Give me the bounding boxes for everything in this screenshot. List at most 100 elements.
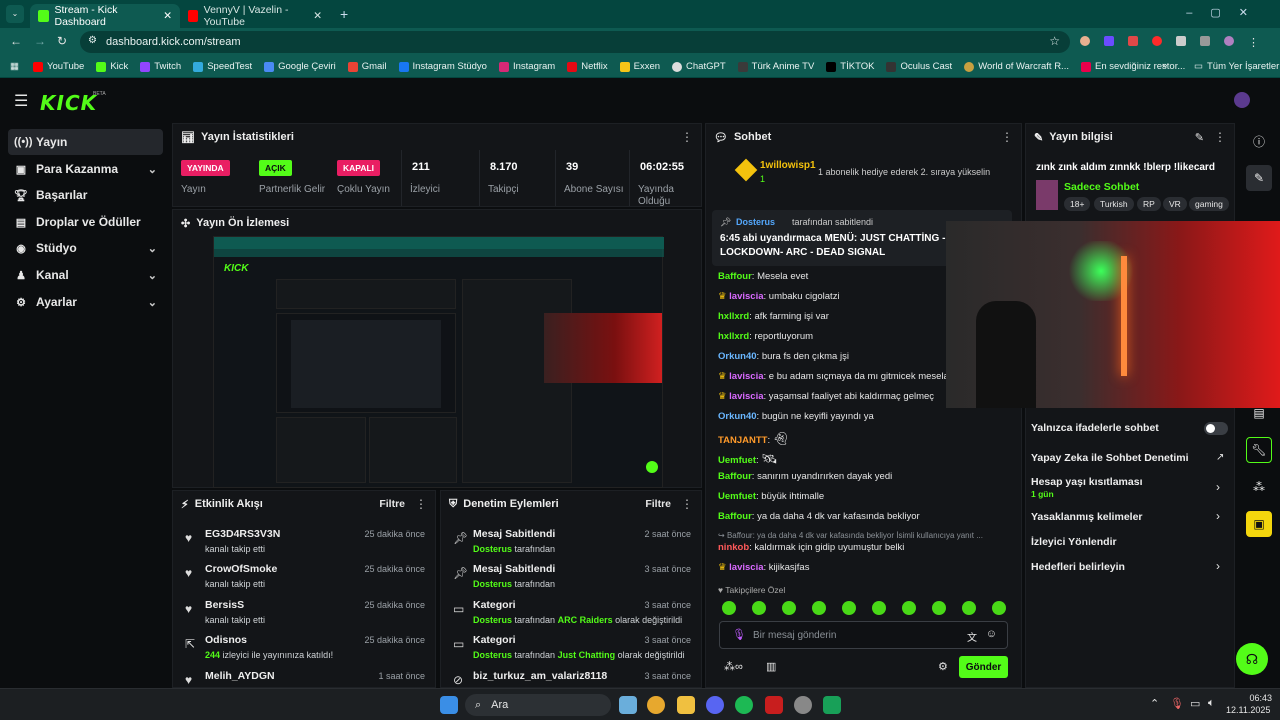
tab-search-button[interactable]: ⌄	[6, 5, 24, 23]
mic-tray-icon[interactable]: 🎙︎	[1170, 697, 1184, 710]
chat-username[interactable]: hxllxrd	[718, 331, 749, 342]
setting-goals[interactable]: Hedefleri belirleyin	[1031, 561, 1125, 573]
menu-kebab-icon[interactable]: ⋮	[681, 130, 693, 144]
apps-icon[interactable]: ⁂	[1246, 474, 1272, 500]
send-button[interactable]: Gönder	[959, 656, 1008, 678]
bookmark-oculus[interactable]: Oculus Cast	[886, 61, 952, 72]
microphone-icon[interactable]: 🎙︎	[732, 628, 746, 641]
chat-username[interactable]: Orkun40	[718, 351, 757, 362]
speaker-icon[interactable]: 🔈︎	[1208, 697, 1215, 710]
chat-username[interactable]: Orkun40	[718, 411, 757, 422]
bookmark-yemeksepeti[interactable]: En sevdiğiniz restor...	[1080, 61, 1185, 72]
stream-preview-video[interactable]: KICK	[213, 236, 664, 488]
info-icon[interactable]: ⓘ	[1246, 128, 1272, 154]
event-user[interactable]: EG3D4RS3V3N	[205, 528, 280, 540]
event-user[interactable]: Odisnos	[205, 634, 247, 646]
chat-username[interactable]: Uemfuet	[718, 455, 756, 466]
chrome-icon[interactable]	[647, 696, 665, 714]
bookmark-gmail[interactable]: Gmail	[347, 61, 387, 72]
emote-icon[interactable]	[782, 601, 796, 615]
reload-icon[interactable]: ↻	[57, 34, 67, 48]
chat-username[interactable]: Baffour	[718, 471, 752, 482]
chat-username[interactable]: laviscia	[729, 391, 763, 402]
apps-grid-icon[interactable]: ▦	[10, 61, 19, 72]
bookmark-netflix[interactable]: Netflix	[567, 61, 608, 72]
bookmark-translate[interactable]: Google Çeviri	[264, 61, 336, 72]
taskbar-search[interactable]: ⌕ Ara	[465, 694, 611, 716]
chat-username[interactable]: TANJANTT	[718, 435, 767, 446]
layout-icon[interactable]: ▤	[1246, 400, 1272, 426]
sidebar-item-para-kazanma[interactable]: ▣ Para Kazanma ⌄	[8, 156, 163, 182]
discord-icon[interactable]	[706, 696, 724, 714]
camera-preview-overlay[interactable]	[946, 221, 1280, 408]
chat-username[interactable]: Baffour	[718, 511, 752, 522]
setting-banned-words[interactable]: Yasaklanmış kelimeler	[1031, 511, 1143, 523]
bookmark-speedtest[interactable]: SpeedTest	[193, 61, 252, 72]
file-explorer-icon[interactable]	[677, 696, 695, 714]
external-link-icon[interactable]: ↗	[1216, 452, 1224, 463]
bookmark-twitch[interactable]: Twitch	[140, 61, 181, 72]
kick-logo[interactable]: KICK	[40, 91, 97, 115]
chat-input[interactable]: 🎙︎ Bir mesaj gönderin 文 ☺	[719, 621, 1008, 649]
sidebar-item-ayarlar[interactable]: ⚙ Ayarlar ⌄	[8, 289, 163, 315]
edit-pencil-icon[interactable]: ✎	[1246, 165, 1272, 191]
translate-icon[interactable]: 文	[967, 629, 977, 644]
chat-username[interactable]: laviscia	[729, 562, 763, 573]
bookmark-tiktok[interactable]: TİKTOK	[826, 61, 874, 72]
setting-account-age[interactable]: Hesap yaşı kısıtlaması	[1031, 476, 1143, 488]
event-user[interactable]: Melih_AYDGN	[205, 670, 275, 682]
extension-icon[interactable]	[1104, 36, 1114, 46]
bookmark-star-icon[interactable]: ☆	[1049, 34, 1060, 48]
emote-icon[interactable]	[842, 601, 856, 615]
more-bookmarks-icon[interactable]: »	[1162, 60, 1167, 71]
extension-icon[interactable]	[1152, 36, 1162, 46]
filter-button[interactable]: Filtre	[645, 498, 671, 510]
obs-app-icon[interactable]	[765, 696, 783, 714]
bookmark-chatgpt[interactable]: ChatGPT	[672, 61, 726, 72]
chevron-right-icon[interactable]: ›	[1216, 509, 1220, 523]
menu-kebab-icon[interactable]: ⋮	[415, 497, 427, 511]
emote-only-toggle[interactable]	[1204, 422, 1228, 435]
setting-ai-moderation[interactable]: Yapay Zeka ile Sohbet Denetimi	[1031, 452, 1189, 464]
pinned-by[interactable]: Dosterus	[736, 217, 775, 227]
tray-chevron-icon[interactable]: ⌃	[1150, 697, 1159, 710]
category-name[interactable]: Sadece Sohbet	[1064, 181, 1139, 193]
emote-icon[interactable]	[992, 601, 1006, 615]
event-user[interactable]: BersisS	[205, 599, 244, 611]
photos-app-icon[interactable]	[619, 696, 637, 714]
chat-username[interactable]: ninkob	[718, 542, 749, 553]
emote-icon[interactable]	[932, 601, 946, 615]
menu-kebab-icon[interactable]: ⋮	[1248, 36, 1259, 49]
bookmark-exxen[interactable]: Exxen	[619, 61, 660, 72]
chevron-right-icon[interactable]: ›	[1216, 480, 1220, 494]
site-info-icon[interactable]: ⚙	[88, 35, 97, 46]
emote-icon[interactable]	[872, 601, 886, 615]
menu-kebab-icon[interactable]: ⋮	[681, 497, 693, 511]
monitor-tray-icon[interactable]: ▭	[1190, 697, 1200, 710]
event-user[interactable]: CrowOfSmoke	[205, 563, 277, 575]
all-bookmarks[interactable]: ▭ Tüm Yer İşaretleri	[1194, 61, 1280, 72]
bookmark-instagram-studio[interactable]: Instagram Stüdyo	[398, 61, 487, 72]
reply-context[interactable]: ↪ Baffour: ya da daha 4 dk var kafasında…	[718, 531, 983, 540]
moderator-name[interactable]: Dosterus	[473, 544, 512, 554]
close-icon[interactable]: ✕	[163, 10, 172, 22]
windows-start-icon[interactable]	[440, 696, 458, 714]
extension-icon[interactable]	[1080, 36, 1090, 46]
sidebar-item-kanal[interactable]: ♟ Kanal ⌄	[8, 262, 163, 288]
forward-icon[interactable]: →	[34, 34, 46, 48]
chat-settings-gear-icon[interactable]: ⚙	[938, 660, 948, 673]
emote-icon[interactable]	[902, 601, 916, 615]
emote-icon[interactable]	[752, 601, 766, 615]
emote-icon[interactable]	[962, 601, 976, 615]
clock-date[interactable]: 12.11.2025	[1226, 705, 1270, 715]
extensions-puzzle-icon[interactable]	[1176, 36, 1186, 46]
menu-kebab-icon[interactable]: ⋮	[1001, 130, 1013, 144]
back-icon[interactable]: ←	[10, 34, 22, 48]
chat-username[interactable]: laviscia	[729, 371, 763, 382]
filter-button[interactable]: Filtre	[379, 498, 405, 510]
sidebar-item-droplar[interactable]: ▤ Droplar ve Ödüller	[8, 209, 163, 235]
edit-pencil-icon[interactable]: ✎	[1195, 131, 1204, 144]
store-icon[interactable]: ▥	[766, 660, 776, 673]
kick-points-icon[interactable]: ⁂∞	[724, 660, 743, 673]
help-support-icon[interactable]: ☊	[1236, 643, 1268, 675]
